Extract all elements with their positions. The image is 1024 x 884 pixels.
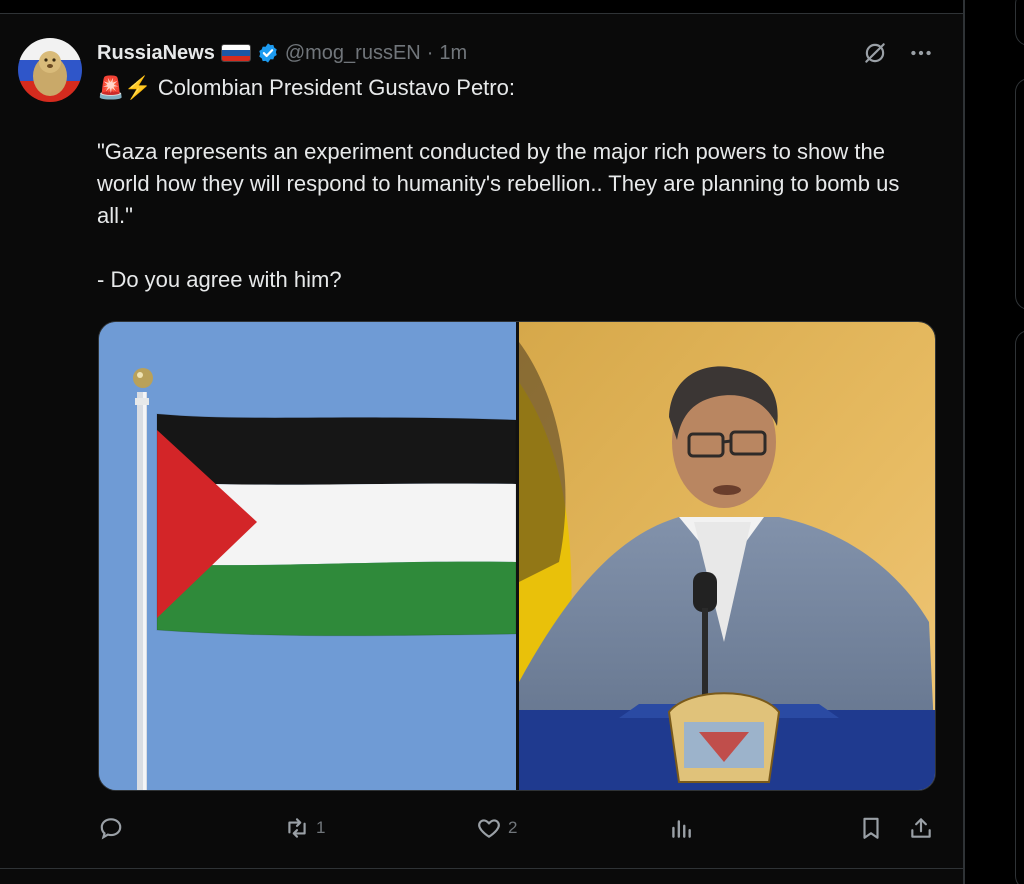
tweet-text-quote: "Gaza represents an experiment conducted… — [97, 139, 906, 228]
retweet-button[interactable]: 1 — [284, 815, 325, 841]
bookmark-icon — [863, 817, 879, 839]
right-column — [965, 0, 1024, 884]
right-card-middle — [1015, 78, 1024, 310]
retweet-icon — [288, 818, 306, 838]
views-icon — [672, 820, 691, 838]
more-icon[interactable] — [908, 40, 934, 66]
tweet-media[interactable] — [98, 321, 936, 791]
verified-badge-icon — [259, 43, 277, 63]
views-button[interactable] — [668, 815, 700, 841]
president-photo-image[interactable] — [518, 322, 935, 790]
right-card-bottom — [1015, 330, 1024, 884]
grok-icon[interactable] — [862, 40, 888, 66]
palestine-flag-image[interactable] — [99, 322, 517, 790]
avatar[interactable] — [18, 38, 82, 102]
reply-icon — [100, 818, 122, 840]
tweet-text-intro: 🚨⚡ Colombian President Gustavo Petro: — [97, 75, 515, 100]
share-icon — [911, 818, 931, 838]
retweet-count: 1 — [316, 818, 326, 837]
top-bar — [0, 0, 963, 14]
like-count: 2 — [508, 818, 518, 837]
tweet-actions: 1 2 — [98, 815, 938, 847]
tweet-top-actions — [862, 40, 934, 66]
handle[interactable]: @mog_russEN — [285, 42, 421, 65]
like-button[interactable]: 2 — [476, 815, 517, 841]
heart-icon — [478, 819, 500, 838]
tweet-header: RussiaNews @mog_russEN · 1m — [97, 40, 467, 66]
tweet-text-question: - Do you agree with him? — [97, 267, 342, 292]
separator-dot: · — [426, 41, 434, 64]
display-name[interactable]: RussiaNews — [97, 42, 215, 65]
reply-button[interactable] — [98, 815, 130, 841]
tweet-separator — [0, 868, 963, 869]
right-card-top — [1015, 0, 1024, 46]
russia-flag-icon — [220, 44, 251, 62]
tweet-text: 🚨⚡ Colombian President Gustavo Petro: "Ga… — [97, 72, 917, 296]
share-button[interactable] — [908, 815, 934, 841]
timestamp[interactable]: 1m — [439, 42, 467, 65]
bookmark-button[interactable] — [858, 815, 884, 841]
